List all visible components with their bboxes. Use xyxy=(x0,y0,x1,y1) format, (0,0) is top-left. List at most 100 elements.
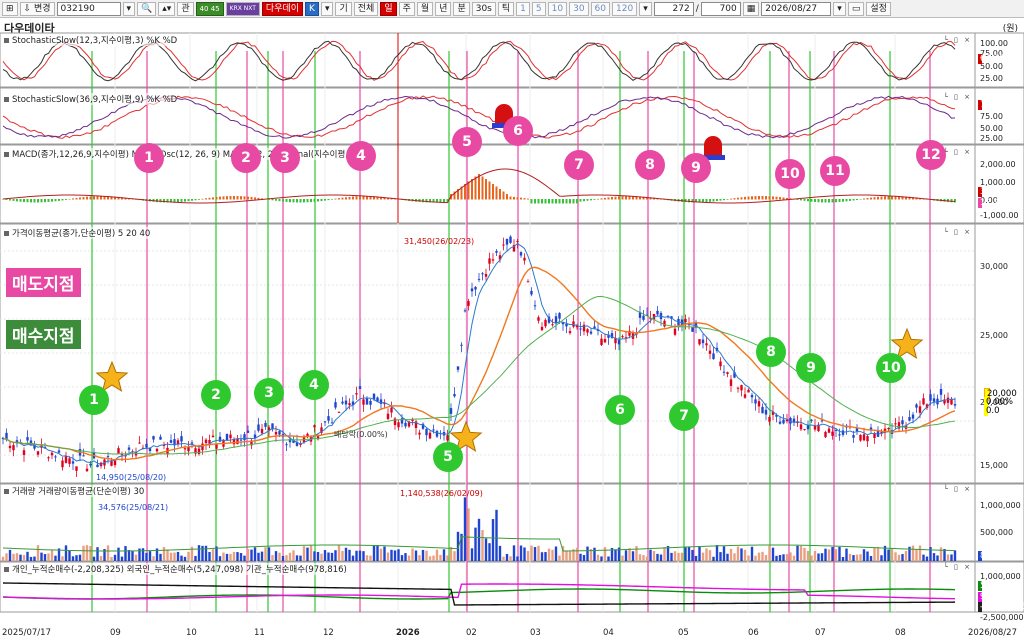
volume-bar xyxy=(309,545,313,561)
pane-controls-1[interactable]: └ ▯ × xyxy=(944,36,972,44)
calendar-icon[interactable]: ▦ xyxy=(742,1,760,16)
pin-icon[interactable]: ⊞ xyxy=(2,1,18,16)
macd-osc-bar xyxy=(583,199,585,202)
volume-bar xyxy=(173,552,176,561)
period-monthly-button[interactable]: 월 xyxy=(416,1,434,16)
pane-controls-3[interactable]: └ ▯ × xyxy=(944,148,972,156)
volume-bar xyxy=(110,556,113,561)
candle-body xyxy=(824,431,827,438)
sell-signal-6[interactable]: 6 xyxy=(503,116,533,146)
sell-signal-12[interactable]: 12 xyxy=(916,140,946,170)
stock-code-input[interactable]: 032190 xyxy=(56,1,121,16)
code-dropdown-icon[interactable]: ▾ xyxy=(122,1,136,16)
volume-bar xyxy=(743,549,747,561)
all-button[interactable]: 전체 xyxy=(353,1,379,16)
period-tick-button[interactable]: 틱 xyxy=(497,1,515,16)
candle-body xyxy=(127,447,131,450)
interval-120-button[interactable]: 120 xyxy=(612,1,638,16)
sell-signal-10[interactable]: 10 xyxy=(775,159,805,189)
buy-signal-8[interactable]: 8 xyxy=(756,337,786,367)
date-dropdown-icon[interactable]: ▾ xyxy=(833,1,846,16)
sell-signal-3[interactable]: 3 xyxy=(270,143,300,173)
candle-body xyxy=(516,241,519,243)
interval-5-button[interactable]: 5 xyxy=(531,1,546,16)
interval-dropdown-icon[interactable]: ▾ xyxy=(639,1,652,16)
macd-osc-bar xyxy=(331,199,333,200)
period-daily-button[interactable]: 일 xyxy=(380,1,397,16)
related-button[interactable]: 관 xyxy=(177,1,194,16)
search-icon[interactable]: 🔍 xyxy=(137,1,157,16)
sell-signal-8[interactable]: 8 xyxy=(635,150,665,180)
buy-signal-7[interactable]: 7 xyxy=(669,401,699,431)
sell-signal-4[interactable]: 4 xyxy=(346,141,376,171)
candle-body xyxy=(239,439,243,441)
buy-signal-1[interactable]: 1 xyxy=(79,385,109,415)
candle-body xyxy=(491,259,495,261)
transfer-button[interactable]: ⇩ 변경 xyxy=(19,1,55,16)
volume-text: 거래량 거래량이동평균(단순이평) 30 xyxy=(12,487,145,497)
period-30s-button[interactable]: 30s xyxy=(471,1,496,16)
volume-bar xyxy=(243,555,246,561)
k-dropdown-icon[interactable]: ▾ xyxy=(320,1,334,16)
gi-button[interactable]: 기 xyxy=(335,1,352,16)
macd-osc-bar xyxy=(65,199,67,200)
date-input[interactable]: 2026/08/27 xyxy=(761,1,832,16)
macd-osc-bar xyxy=(509,196,512,200)
interval-60-button[interactable]: 60 xyxy=(590,1,610,16)
buy-signal-3[interactable]: 3 xyxy=(254,378,284,408)
volume-bar xyxy=(936,555,939,561)
interval-10-button[interactable]: 10 xyxy=(547,1,568,16)
sell-signal-5[interactable]: 5 xyxy=(452,127,482,157)
volume-bar xyxy=(915,549,918,561)
macd-osc-bar xyxy=(845,199,848,202)
buy-signal-5[interactable]: 5 xyxy=(433,442,463,472)
volume-bar xyxy=(8,549,12,561)
interval-1-button[interactable]: 1 xyxy=(516,1,530,16)
volume-bar xyxy=(320,553,323,561)
high-annotation: 31,450(26/02/23) xyxy=(404,237,475,246)
foreign-value-tag: 5,247,098 xyxy=(978,581,1023,591)
settings-button[interactable]: 설정 xyxy=(866,1,891,16)
pane-controls-5[interactable]: └ ▯ × xyxy=(944,485,972,493)
volume-bar xyxy=(834,549,838,561)
volume-bar xyxy=(337,545,341,561)
candle-body xyxy=(36,451,40,455)
macd-osc-bar xyxy=(23,199,25,203)
sell-signal-1[interactable]: 1 xyxy=(134,143,164,173)
stoch1-label: StochasticSlow(12,3,지수이평,3) %K %D xyxy=(4,34,178,46)
macd-signal-tag: 12.29 xyxy=(978,198,1004,208)
buy-signal-2[interactable]: 2 xyxy=(201,380,231,410)
volume-bar xyxy=(789,552,792,561)
total-input[interactable]: 700 xyxy=(700,1,741,16)
macd-osc-bar xyxy=(618,196,620,200)
macd-osc-bar xyxy=(863,198,865,200)
period-yearly-button[interactable]: 년 xyxy=(435,1,452,16)
buy-signal-4[interactable]: 4 xyxy=(299,370,329,400)
k-button[interactable]: K xyxy=(305,1,319,16)
sell-signal-9[interactable]: 9 xyxy=(681,153,711,183)
period-weekly-button[interactable]: 주 xyxy=(398,1,415,16)
count-input[interactable]: 272 xyxy=(653,1,694,16)
pane-controls-6[interactable]: └ ▯ × xyxy=(944,563,972,571)
pane-controls-4[interactable]: └ ▯ × xyxy=(944,228,972,236)
volume-bar xyxy=(817,553,820,561)
sell-signal-2[interactable]: 2 xyxy=(231,143,261,173)
volume-bar xyxy=(509,556,512,561)
pane-controls-2[interactable]: └ ▯ × xyxy=(944,93,972,101)
sell-signal-11[interactable]: 11 xyxy=(820,156,850,186)
candle-body xyxy=(85,468,89,472)
x-label-05: 05 xyxy=(678,628,689,638)
candle-body xyxy=(481,273,484,275)
period-minute-button[interactable]: 분 xyxy=(453,1,470,16)
sell-signal-7[interactable]: 7 xyxy=(564,150,594,180)
volume-bar xyxy=(411,548,414,561)
prev-next-icon[interactable]: ▴▾ xyxy=(158,1,176,16)
save-icon[interactable]: ▭ xyxy=(847,1,865,16)
buy-signal-6[interactable]: 6 xyxy=(605,395,635,425)
volume-bar xyxy=(425,550,428,561)
interval-30-button[interactable]: 30 xyxy=(569,1,589,16)
buy-signal-9[interactable]: 9 xyxy=(796,353,826,383)
buy-signal-10[interactable]: 10 xyxy=(876,353,906,383)
macd-label: MACD(종가,12,26,9,지수이평) MACD Osc(12, 26, 9… xyxy=(4,148,360,160)
volume-bar xyxy=(733,553,736,561)
